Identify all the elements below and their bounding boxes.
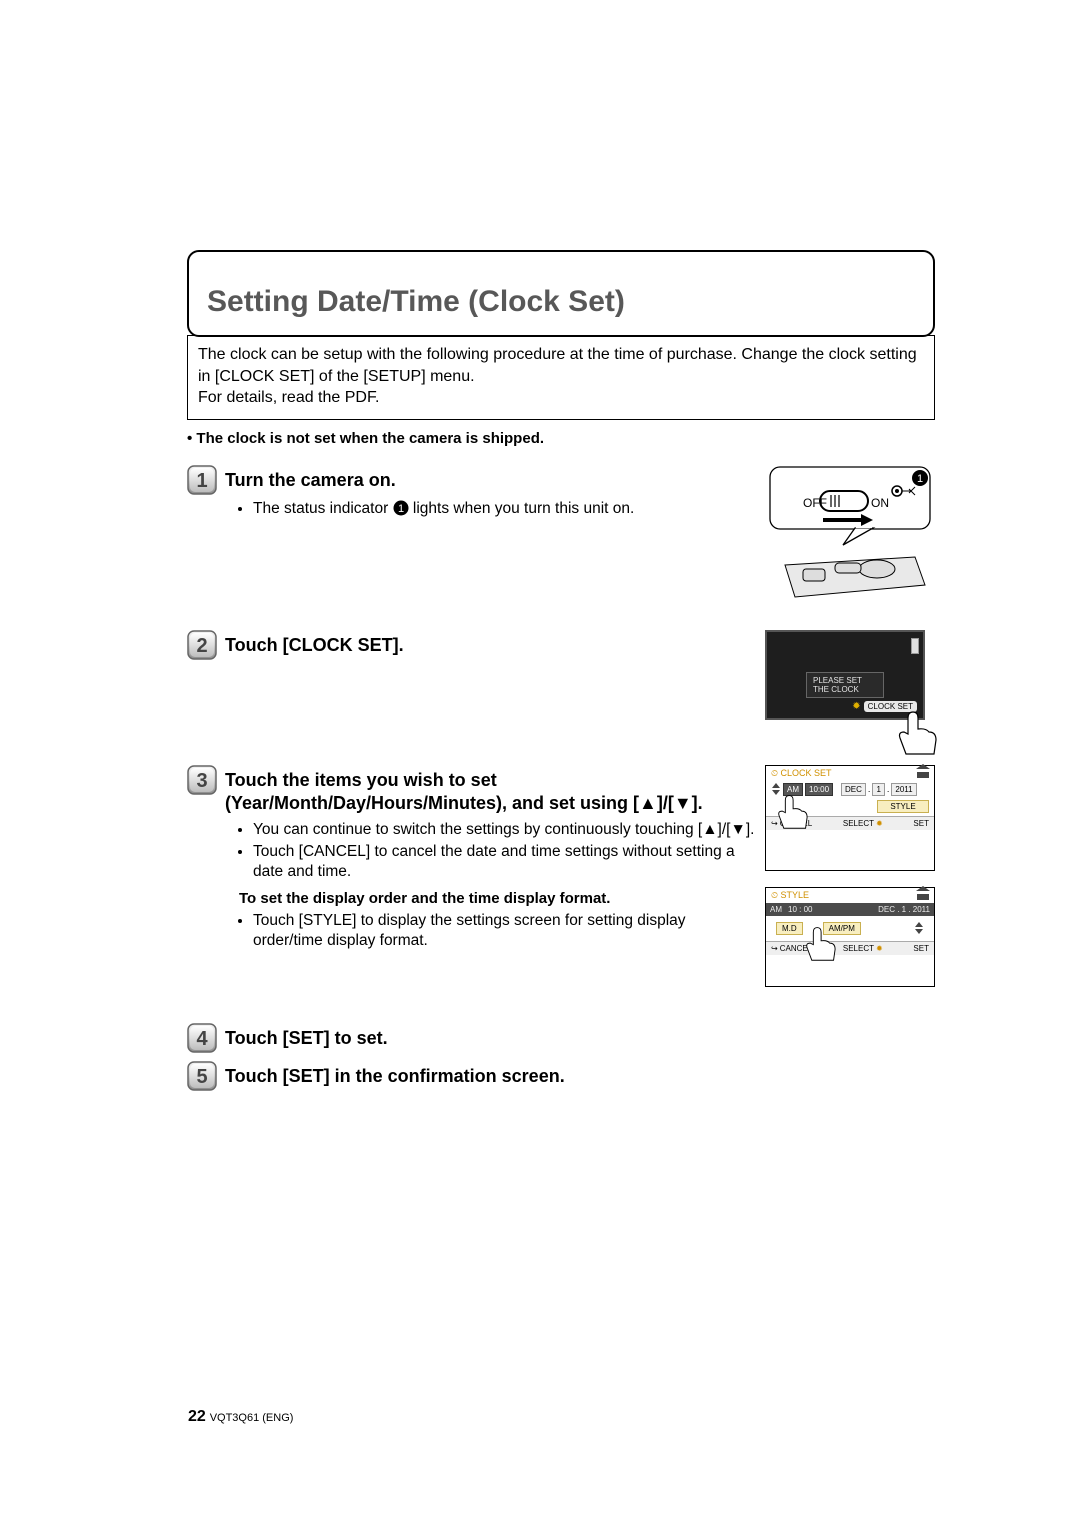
doc-code: VQT3Q61 (ENG) [210, 1412, 294, 1424]
svg-text:5: 5 [196, 1066, 207, 1088]
please-set-clock-screen: PLEASE SET THE CLOCK ✹ CLOCK SET [765, 630, 935, 745]
month-cell[interactable]: DEC [841, 783, 866, 796]
intro-box: The clock can be setup with the followin… [187, 335, 935, 420]
please-set-message: PLEASE SET THE CLOCK [806, 672, 884, 698]
step-3-bullet-3: Touch [STYLE] to display the settings sc… [253, 911, 755, 951]
down-arrow-icon[interactable] [915, 929, 923, 934]
step-2-title: Touch [CLOCK SET]. [225, 630, 404, 657]
style-date: DEC . 1 . 2011 [818, 905, 930, 914]
step-5-title: Touch [SET] in the confirmation screen. [225, 1061, 565, 1088]
step-3-subhead: To set the display order and the time di… [239, 890, 755, 907]
index-1-icon: 1 [393, 500, 409, 516]
step-3-badge: 3 [187, 765, 217, 795]
page-footer: 22 VQT3Q61 (ENG) [188, 1408, 293, 1426]
select-label: SELECT [843, 944, 874, 953]
step-3-title: Touch the items you wish to set (Year/Mo… [225, 765, 755, 816]
clock-set-panel: ⏲ CLOCK SET AM 10:00 DEC . 1 . 2011 [765, 765, 935, 871]
select-label: SELECT [843, 819, 874, 828]
page-title: Setting Date/Time (Clock Set) [203, 287, 919, 317]
shipping-note: • The clock is not set when the camera i… [187, 430, 935, 447]
set-button[interactable]: SET [913, 819, 929, 828]
page: Setting Date/Time (Clock Set) The clock … [0, 0, 1080, 1526]
step-3-bullet-2: Touch [CANCEL] to cancel the date and ti… [253, 842, 755, 882]
title-box: Setting Date/Time (Clock Set) [187, 250, 935, 337]
battery-icon [911, 638, 919, 654]
lcd: PLEASE SET THE CLOCK ✹ CLOCK SET [765, 630, 925, 720]
step-5-badge: 5 [187, 1061, 217, 1091]
pointing-hand-icon [896, 710, 941, 755]
intro-text: The clock can be setup with the followin… [198, 346, 917, 406]
svg-text:4: 4 [196, 1028, 208, 1050]
style-am: AM [770, 905, 782, 914]
clock-icon: ⏲ [771, 890, 778, 900]
style-button[interactable]: STYLE [877, 800, 929, 813]
on-label: ON [871, 496, 889, 510]
set-button[interactable]: SET [913, 944, 929, 953]
select-gear-icon: ✹ [876, 944, 883, 953]
step-3-bullet-1: You can continue to switch the settings … [253, 820, 755, 840]
return-icon[interactable]: ↩ [771, 944, 778, 953]
pointing-hand-icon [776, 794, 811, 829]
style-header: STYLE [781, 890, 810, 900]
svg-text:1: 1 [196, 470, 207, 492]
power-switch-illustration: 1 OFF ON [765, 465, 935, 605]
step-1-bullet: The status indicator 1 lights when you t… [253, 499, 755, 519]
style-time: 10 : 00 [788, 905, 812, 914]
style-panel: ⏲ STYLE AM 10 : 00 DEC . 1 . 2011 M.D AM… [765, 887, 935, 987]
step-4-title: Touch [SET] to set. [225, 1023, 388, 1050]
year-cell[interactable]: 2011 [891, 783, 916, 796]
svg-text:3: 3 [196, 770, 207, 792]
clock-icon: ⏲ [771, 768, 778, 778]
mdy-button[interactable]: M.D [776, 922, 803, 935]
home-icon[interactable] [917, 890, 929, 900]
svg-text:1: 1 [398, 503, 404, 515]
svg-text:2: 2 [196, 635, 207, 657]
up-arrow-icon[interactable] [915, 922, 923, 927]
day-cell[interactable]: 1 [872, 783, 884, 796]
page-number: 22 [188, 1408, 206, 1425]
step-4-badge: 4 [187, 1023, 217, 1053]
step-1-title: Turn the camera on. [225, 465, 396, 492]
arrow-column[interactable] [914, 922, 924, 934]
index-marker: 1 [917, 473, 923, 485]
home-icon[interactable] [917, 768, 929, 778]
up-arrow-icon[interactable] [772, 783, 780, 788]
pointing-hand-icon [804, 926, 839, 961]
clock-set-header: CLOCK SET [781, 768, 832, 778]
select-gear-icon: ✹ [876, 819, 883, 828]
off-label: OFF [803, 496, 827, 510]
step-2-badge: 2 [187, 630, 217, 660]
gear-icon: ✹ [852, 701, 860, 712]
step-1-badge: 1 [187, 465, 217, 495]
